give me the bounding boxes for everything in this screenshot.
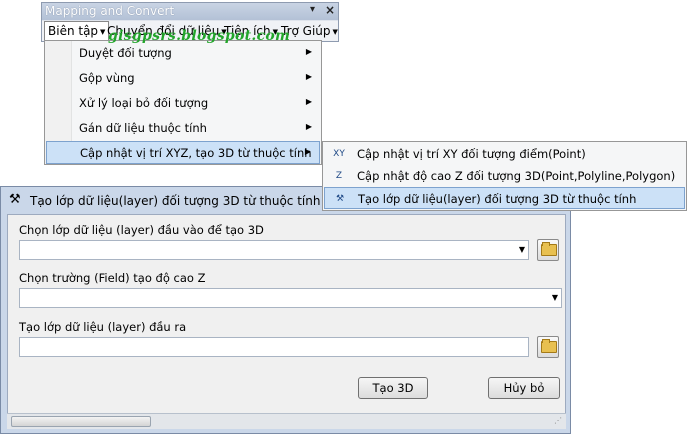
chevron-down-icon[interactable]: ▼	[552, 293, 558, 302]
hammer-icon: ⚒	[335, 194, 345, 204]
cancel-button[interactable]: Hủy bỏ	[488, 377, 560, 399]
input-layer-combobox[interactable]: ▼	[19, 240, 529, 260]
folder-icon	[541, 242, 557, 256]
menu-item-label: Gộp vùng	[79, 71, 135, 85]
progress-bar	[11, 416, 151, 427]
input-layer-label: Chọn lớp dữ liệu (layer) đầu vào để tạo …	[19, 223, 264, 237]
cap-nhat-xyz-submenu: XY Cập nhật vị trí XY đối tượng điểm(Poi…	[322, 141, 687, 211]
z-field-label: Chọn trường (Field) tạo độ cao Z	[19, 271, 206, 285]
menu-item-label: Cập nhật vị trí XYZ, tạo 3D từ thuộc tín…	[80, 146, 312, 160]
folder-icon	[541, 339, 557, 353]
submenu-item-label: Tạo lớp dữ liệu(layer) đối tượng 3D từ t…	[358, 192, 637, 206]
menu-item-xu-ly-loai-bo[interactable]: Xử lý loại bỏ đối tượng ▶	[46, 92, 320, 115]
dialog-body: Chọn lớp dữ liệu (layer) đầu vào để tạo …	[7, 214, 566, 429]
browse-output-button[interactable]	[537, 336, 559, 358]
menu-item-gan-du-lieu[interactable]: Gán dữ liệu thuộc tính ▶	[46, 117, 320, 140]
menu-item-duyet-doi-tuong[interactable]: Duyệt đối tượng ▶	[46, 42, 320, 65]
chevron-down-icon: ▼	[332, 27, 338, 36]
toolbar-options-icon[interactable]: ▾	[310, 4, 322, 18]
menu-bien-tap[interactable]: Biên tập ▼	[44, 21, 110, 40]
z-field-combobox[interactable]: ▼	[19, 288, 562, 308]
toolbar-titlebar[interactable]: Mapping and Convert ▾ ×	[42, 3, 338, 20]
submenu-arrow-icon: ▶	[304, 147, 311, 156]
submenu-arrow-icon: ▶	[305, 47, 312, 56]
menu-item-gop-vung[interactable]: Gộp vùng ▶	[46, 67, 320, 90]
output-layer-input[interactable]	[19, 337, 529, 357]
submenu-arrow-icon: ▶	[305, 97, 312, 106]
submenu-item-update-xy[interactable]: XY Cập nhật vị trí XY đối tượng điểm(Poi…	[324, 143, 685, 165]
submenu-arrow-icon: ▶	[305, 72, 312, 81]
submenu-arrow-icon: ▶	[305, 122, 312, 131]
menu-item-cap-nhat-xyz[interactable]: Cập nhật vị trí XYZ, tạo 3D từ thuộc tín…	[46, 141, 320, 164]
browse-input-button[interactable]	[537, 239, 559, 261]
create-3d-button[interactable]: Tạo 3D	[358, 377, 428, 399]
menu-item-label: Xử lý loại bỏ đối tượng	[79, 96, 209, 110]
xy-icon: XY	[333, 149, 345, 159]
submenu-item-label: Cập nhật vị trí XY đối tượng điểm(Point)	[357, 147, 586, 161]
submenu-item-update-z[interactable]: Z Cập nhật độ cao Z đối tượng 3D(Point,P…	[324, 165, 685, 187]
bien-tap-dropdown: Duyệt đối tượng ▶ Gộp vùng ▶ Xử lý loại …	[44, 40, 322, 165]
submenu-item-create-3d-layer[interactable]: ⚒ Tạo lớp dữ liệu(layer) đối tượng 3D từ…	[324, 187, 685, 209]
menu-item-label: Duyệt đối tượng	[79, 46, 172, 60]
blog-watermark: gisgpsrs.blogspot.com	[108, 28, 291, 44]
submenu-item-label: Cập nhật độ cao Z đối tượng 3D(Point,Pol…	[357, 169, 676, 183]
close-icon[interactable]: ×	[325, 3, 337, 18]
menu-item-label: Gán dữ liệu thuộc tính	[79, 121, 207, 135]
chevron-down-icon[interactable]: ▼	[519, 245, 525, 254]
output-layer-label: Tạo lớp dữ liệu (layer) đầu ra	[19, 320, 187, 334]
hammer-icon: ⚒	[9, 192, 21, 207]
resize-grip-icon[interactable]: ⋰	[554, 416, 564, 426]
menu-label: Biên tập	[48, 24, 99, 38]
status-bar: ⋰	[7, 413, 566, 429]
dialog-title: Tạo lớp dữ liệu(layer) đối tượng 3D từ t…	[30, 194, 321, 208]
toolbar-title: Mapping and Convert	[45, 4, 175, 18]
z-icon: Z	[335, 171, 343, 181]
create-3d-layer-dialog: ⚒ Tạo lớp dữ liệu(layer) đối tượng 3D từ…	[0, 186, 571, 434]
